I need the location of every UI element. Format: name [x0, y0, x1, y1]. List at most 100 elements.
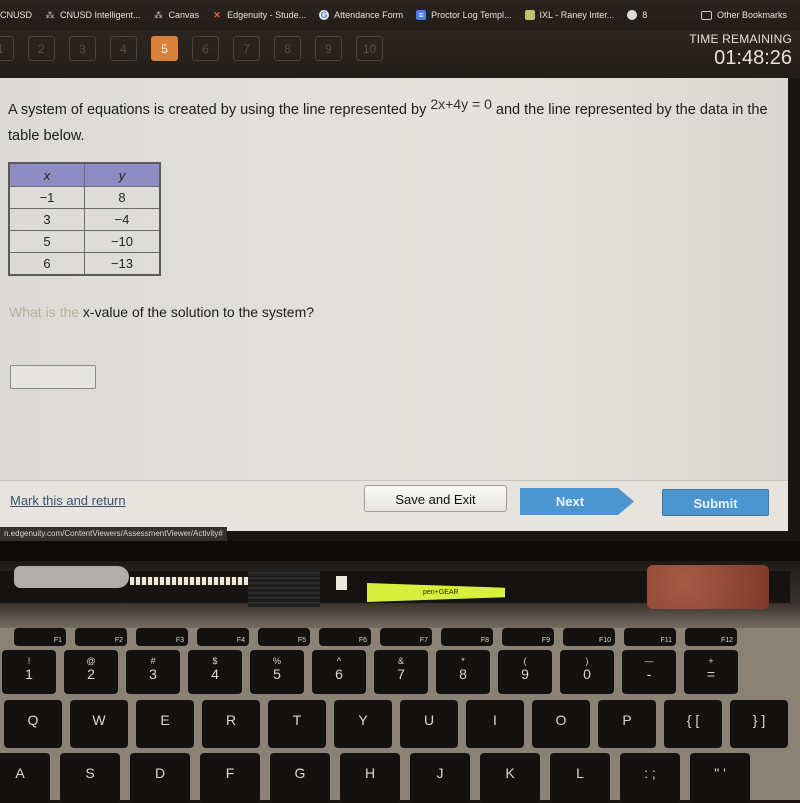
other-bookmarks[interactable]: Other Bookmarks	[700, 10, 787, 20]
docs-icon: ≡	[416, 10, 427, 20]
bookmark-edgenuity[interactable]: ✕ Edgenuity - Stude...	[212, 10, 306, 20]
time-remaining-value: 01:48:26	[714, 47, 792, 69]
key-6: ^ 6	[312, 650, 366, 694]
key-4: $4	[188, 650, 242, 694]
key-i: I	[466, 700, 524, 748]
key-f10: F10	[563, 628, 615, 646]
pencil-clip	[14, 566, 129, 588]
bookmark-cnusd[interactable]: CNUSD	[0, 10, 32, 20]
key-:;: : ;	[620, 753, 680, 803]
laptop-bezel	[0, 541, 800, 561]
ixl-icon	[524, 10, 535, 20]
key-=: + =	[684, 650, 738, 694]
key-t: T	[268, 700, 326, 748]
assessment-footer: Mark this and return Save and Exit Next …	[0, 480, 788, 531]
key-9: (9	[498, 650, 552, 694]
key-h: H	[340, 753, 400, 803]
key-1: ! 1	[2, 650, 56, 694]
table-row: 5 −10	[8, 230, 161, 253]
key-f12: F12	[685, 628, 737, 646]
key-{[: { [	[664, 700, 722, 748]
globe-icon	[627, 10, 638, 20]
key-}]: } ]	[730, 700, 788, 748]
key-8: * 8	[436, 650, 490, 694]
question-nav-7[interactable]: 7	[233, 36, 260, 61]
key-f6: F6	[319, 628, 371, 646]
key-f4: F4	[197, 628, 249, 646]
bookmark-folder-8[interactable]: 8	[627, 10, 647, 20]
key-r: R	[202, 700, 260, 748]
keyboard: F1 F2 F3 F4 F5 F6 F7 F8 F9 F10 F11 F12 ! 1 @2 #3 $4% 5 ^ 6 &…	[0, 628, 800, 803]
answer-input[interactable]	[10, 365, 96, 389]
key-5: % 5	[250, 650, 304, 694]
bookmark-canvas[interactable]: ⁂ Canvas	[154, 10, 199, 20]
key-f11: F11	[624, 628, 676, 646]
pencil-eraser	[336, 576, 347, 590]
bookmark-proctor-log[interactable]: ≡ Proctor Log Templ...	[416, 10, 512, 20]
bookmark-cnusd-intelligent[interactable]: ⁂ CNUSD Intelligent...	[45, 10, 141, 20]
save-and-exit-button[interactable]: Save and Exit	[364, 485, 507, 512]
key-f: F	[200, 753, 260, 803]
glitter-grip	[647, 565, 769, 609]
canvas-icon: ⁂	[45, 10, 55, 20]
next-button[interactable]: Next	[520, 488, 634, 515]
bookmark-attendance-form[interactable]: G Attendance Form	[319, 10, 403, 20]
question-prompt: A system of equations is created by usin…	[8, 96, 768, 144]
key-3: #3	[126, 650, 180, 694]
bookmark-ixl[interactable]: IXL - Raney Inter...	[524, 10, 614, 20]
question-nav-3[interactable]: 3	[69, 36, 96, 61]
status-bar-url: n.edgenuity.com/ContentViewers/Assessmen…	[0, 527, 227, 541]
key-l: L	[550, 753, 610, 803]
key-f5: F5	[258, 628, 310, 646]
question-nav-2[interactable]: 2	[28, 36, 55, 61]
key-a: A	[0, 753, 50, 803]
key-e: E	[136, 700, 194, 748]
google-icon: G	[319, 10, 330, 20]
key-y: Y	[334, 700, 392, 748]
key-j: J	[410, 753, 470, 803]
key-"': " '	[690, 753, 750, 803]
bookmarks-bar: CNUSD ⁂ CNUSD Intelligent... ⁂ Canvas ✕ Edg…	[0, 0, 800, 30]
table-header-x: x	[8, 162, 85, 187]
pencil-grip	[248, 569, 320, 607]
key-f7: F7	[380, 628, 432, 646]
equation: 2x+4y = 0	[430, 96, 492, 112]
table-header-y: y	[84, 162, 161, 187]
folder-icon	[700, 10, 712, 20]
table-row: 6 −13	[8, 252, 161, 276]
question-ask: What is the x-value of the solution to t…	[9, 304, 315, 320]
key-f1: F1	[14, 628, 66, 646]
key--: — -	[622, 650, 676, 694]
edgenuity-icon: ✕	[213, 10, 221, 20]
data-table: x y −1 8 3 −4 5 −10 6 −13	[8, 162, 161, 276]
table-row: −1 8	[8, 186, 161, 209]
question-nav-10[interactable]: 10	[356, 36, 383, 61]
submit-button[interactable]: Submit	[662, 489, 769, 516]
key-p: P	[598, 700, 656, 748]
key-o: O	[532, 700, 590, 748]
question-navigation: 1 2 3 4 5 6 7 8 9 10	[0, 36, 397, 61]
key-s: S	[60, 753, 120, 803]
time-remaining-label: TIME REMAINING	[689, 32, 792, 46]
key-q: Q	[4, 700, 62, 748]
mark-and-return-link[interactable]: Mark this and return	[10, 493, 126, 508]
key-0: ) 0	[560, 650, 614, 694]
key-2: @2	[64, 650, 118, 694]
time-remaining: TIME REMAINING 01:48:26	[689, 32, 792, 70]
key-d: D	[130, 753, 190, 803]
question-nav-6[interactable]: 6	[192, 36, 219, 61]
canvas-icon: ⁂	[154, 10, 164, 20]
key-7: & 7	[374, 650, 428, 694]
key-f3: F3	[136, 628, 188, 646]
question-nav-8[interactable]: 8	[274, 36, 301, 61]
question-nav-9[interactable]: 9	[315, 36, 342, 61]
key-w: W	[70, 700, 128, 748]
question-panel: A system of equations is created by usin…	[0, 78, 788, 480]
key-u: U	[400, 700, 458, 748]
key-k: K	[480, 753, 540, 803]
key-f2: F2	[75, 628, 127, 646]
key-g: G	[270, 753, 330, 803]
question-nav-1[interactable]: 1	[0, 36, 14, 61]
question-nav-5-current[interactable]: 5	[151, 36, 178, 61]
question-nav-4[interactable]: 4	[110, 36, 137, 61]
